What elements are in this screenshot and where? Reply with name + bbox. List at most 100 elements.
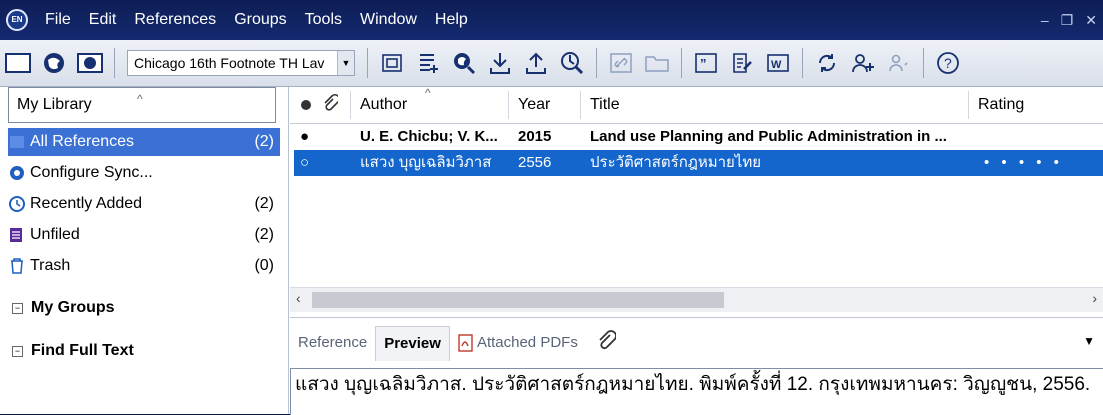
insert-citation-icon[interactable]: ” bbox=[693, 50, 719, 76]
scroll-left-icon[interactable]: ‹ bbox=[296, 290, 301, 306]
svg-text:W: W bbox=[771, 59, 782, 71]
sort-caret-icon: ^ bbox=[425, 86, 431, 100]
column-author[interactable]: Author bbox=[360, 87, 407, 123]
sync-icon[interactable] bbox=[814, 50, 840, 76]
pdf-icon bbox=[458, 334, 473, 352]
group-label: Trash bbox=[30, 257, 71, 274]
toolbar-separator bbox=[802, 48, 803, 78]
output-style-select[interactable]: Chicago 16th Footnote TH Lav ▼ bbox=[127, 50, 355, 76]
group-unfiled[interactable]: Unfiled (2) bbox=[8, 221, 280, 249]
group-count: (2) bbox=[254, 226, 274, 243]
menu-file[interactable]: File bbox=[36, 0, 80, 40]
section-label: Find Full Text bbox=[31, 342, 134, 359]
read-status-column-icon[interactable] bbox=[300, 87, 312, 123]
cell-year: 2556 bbox=[518, 154, 552, 171]
open-link-icon[interactable] bbox=[608, 50, 634, 76]
endnote-logo-icon: EN bbox=[6, 9, 28, 31]
window-controls: – ❐ ✕ bbox=[1041, 0, 1097, 40]
find-full-text-icon[interactable] bbox=[559, 50, 585, 76]
toolbar-separator bbox=[114, 48, 115, 78]
paperclip-icon[interactable] bbox=[596, 329, 617, 357]
column-divider[interactable] bbox=[968, 91, 969, 119]
menu-groups[interactable]: Groups bbox=[225, 0, 295, 40]
integrated-library-icon[interactable] bbox=[77, 50, 103, 76]
menu-help[interactable]: Help bbox=[426, 0, 477, 40]
export-icon[interactable] bbox=[523, 50, 549, 76]
svg-text:?: ? bbox=[944, 55, 952, 71]
new-reference-icon[interactable] bbox=[415, 50, 441, 76]
column-divider[interactable] bbox=[580, 91, 581, 119]
tab-attached-pdfs-label: Attached PDFs bbox=[476, 334, 578, 351]
menu-references[interactable]: References bbox=[125, 0, 225, 40]
read-dot-icon: ○ bbox=[300, 154, 310, 171]
online-search-icon[interactable] bbox=[451, 50, 477, 76]
reference-list-header: Author ^ Year Title Rating bbox=[290, 86, 1103, 124]
column-year[interactable]: Year bbox=[518, 87, 550, 123]
clock-icon bbox=[8, 195, 26, 213]
horizontal-scrollbar[interactable]: ‹ › bbox=[290, 287, 1103, 312]
group-all-references[interactable]: All References (2) bbox=[8, 128, 280, 156]
group-count: (2) bbox=[254, 133, 274, 150]
group-recently-added[interactable]: Recently Added (2) bbox=[8, 190, 280, 218]
menu-window[interactable]: Window bbox=[351, 0, 426, 40]
group-count: (2) bbox=[254, 195, 274, 212]
restore-icon[interactable]: ❐ bbox=[1061, 12, 1074, 29]
copy-to-library-icon[interactable] bbox=[379, 50, 405, 76]
column-divider[interactable] bbox=[350, 91, 351, 119]
import-icon[interactable] bbox=[487, 50, 513, 76]
preview-panel: Reference Preview Attached PDFs ▼ แสวง บ… bbox=[290, 317, 1103, 415]
column-rating[interactable]: Rating bbox=[978, 87, 1024, 123]
table-row[interactable]: ● U. E. Chicbu; V. K... 2015 Land use Pl… bbox=[294, 124, 1103, 150]
minimize-icon[interactable]: – bbox=[1041, 12, 1049, 28]
chevron-down-icon[interactable]: ▼ bbox=[337, 51, 354, 75]
cell-title: Land use Planning and Public Administrat… bbox=[590, 128, 947, 145]
scroll-right-icon[interactable]: › bbox=[1092, 290, 1097, 306]
table-row-selected[interactable]: ○ แสวง บุญเฉลิมวิภาส 2556 ประวัติศาสตร์ก… bbox=[294, 150, 1103, 176]
group-label: All References bbox=[30, 133, 135, 150]
reference-list: Author ^ Year Title Rating ● U. E. Chicb… bbox=[290, 86, 1103, 317]
tab-attached-pdfs[interactable]: Attached PDFs bbox=[450, 326, 586, 360]
group-label: Recently Added bbox=[30, 195, 143, 212]
group-configure-sync[interactable]: Configure Sync... bbox=[8, 159, 280, 187]
group-label: Configure Sync... bbox=[30, 164, 153, 181]
open-file-icon[interactable] bbox=[644, 50, 670, 76]
menu-tools[interactable]: Tools bbox=[296, 0, 351, 40]
attachment-column-icon[interactable] bbox=[322, 87, 341, 123]
column-title[interactable]: Title bbox=[590, 87, 620, 123]
section-label: My Groups bbox=[31, 299, 115, 316]
close-icon[interactable]: ✕ bbox=[1085, 12, 1097, 29]
column-divider[interactable] bbox=[508, 91, 509, 119]
svg-text:”: ” bbox=[700, 56, 707, 71]
groups-panel: My Library ^ All References (2) Configur… bbox=[0, 87, 289, 414]
group-trash[interactable]: Trash (0) bbox=[8, 252, 280, 280]
sync-icon bbox=[8, 164, 26, 182]
tab-reference[interactable]: Reference bbox=[290, 326, 375, 360]
menu-edit[interactable]: Edit bbox=[80, 0, 126, 40]
output-style-value: Chicago 16th Footnote TH Lav bbox=[134, 55, 325, 71]
group-label: Unfiled bbox=[30, 226, 80, 243]
format-bibliography-icon[interactable] bbox=[729, 50, 755, 76]
menu-bar: EN File Edit References Groups Tools Win… bbox=[0, 0, 1103, 40]
collapse-icon[interactable]: − bbox=[12, 345, 23, 357]
word-icon[interactable]: W bbox=[765, 50, 791, 76]
help-icon[interactable]: ? bbox=[935, 50, 961, 76]
section-my-groups[interactable]: − My Groups bbox=[12, 299, 115, 317]
share-icon[interactable] bbox=[850, 50, 876, 76]
scroll-thumb[interactable] bbox=[312, 292, 724, 308]
library-header[interactable]: My Library ^ bbox=[8, 87, 276, 123]
tab-preview[interactable]: Preview bbox=[375, 325, 450, 361]
toolbar-separator bbox=[367, 48, 368, 78]
online-search-mode-icon[interactable] bbox=[41, 50, 67, 76]
cell-author: แสวง บุญเฉลิมวิภาส bbox=[360, 154, 492, 171]
collapse-icon[interactable]: − bbox=[12, 302, 23, 314]
local-library-icon[interactable] bbox=[5, 50, 31, 76]
cell-author: U. E. Chicbu; V. K... bbox=[360, 128, 498, 145]
cell-year: 2015 bbox=[518, 128, 552, 145]
library-label: My Library bbox=[17, 96, 92, 113]
toolbar-separator bbox=[923, 48, 924, 78]
cell-rating[interactable]: • • • • • bbox=[984, 150, 1063, 176]
endnote-window: EN File Edit References Groups Tools Win… bbox=[0, 0, 1103, 415]
panel-menu-icon[interactable]: ▼ bbox=[1083, 334, 1095, 348]
section-find-full-text[interactable]: − Find Full Text bbox=[12, 342, 134, 360]
manage-sharing-icon[interactable] bbox=[886, 50, 912, 76]
